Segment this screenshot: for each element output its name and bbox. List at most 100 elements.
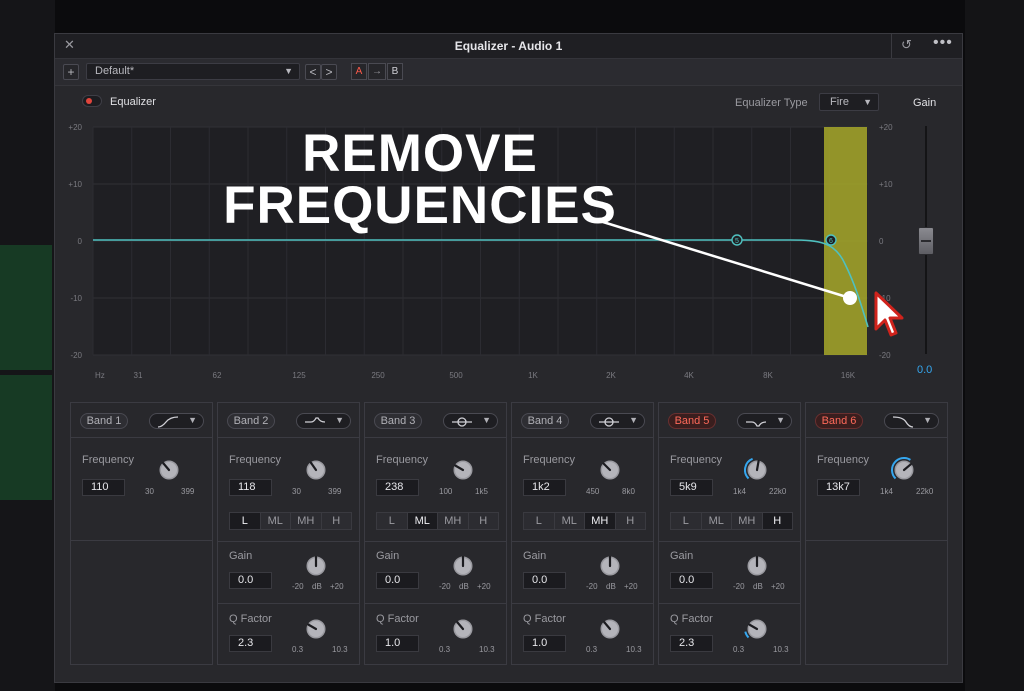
band-toggle-button[interactable]: Band 4	[521, 413, 569, 429]
frequency-value-field[interactable]: 5k9	[670, 479, 713, 496]
band-panel: Band 2 ▼ Frequency 118 30 399 L ML MH H Gain 0.0 -20…	[217, 402, 360, 665]
band-filter-shape-dropdown[interactable]: ▼	[590, 413, 645, 429]
q-factor-value-field[interactable]: 1.0	[523, 635, 566, 652]
band-range-selector[interactable]: L ML MH H	[670, 512, 793, 530]
q-factor-max-label: 10.3	[332, 645, 348, 654]
y-tick-label-right: -20	[879, 351, 891, 360]
frequency-max-label: 22k0	[769, 487, 787, 496]
equalizer-toggle[interactable]	[82, 95, 102, 107]
next-preset-button[interactable]: >	[321, 64, 337, 80]
frequency-value-field[interactable]: 13k7	[817, 479, 860, 496]
timeline-track	[0, 245, 52, 370]
band-toggle-button[interactable]: Band 2	[227, 413, 275, 429]
gain-knob[interactable]	[450, 553, 476, 579]
add-preset-button[interactable]: +	[63, 64, 79, 80]
band-filter-shape-dropdown[interactable]: ▼	[737, 413, 792, 429]
frequency-knob[interactable]	[744, 457, 770, 483]
frequency-max-label: 399	[181, 487, 195, 496]
frequency-value-field[interactable]: 1k2	[523, 479, 566, 496]
band-panel: Band 5 ▼ Frequency 5k9 1k4 22k0 L ML MH H Gain 0.0 -…	[658, 402, 801, 665]
gain-max-label: +20	[330, 582, 344, 591]
band-range-selector[interactable]: L ML MH H	[376, 512, 499, 530]
band-header: Band 1 ▼	[71, 403, 212, 438]
gain-fader-handle[interactable]	[918, 227, 934, 255]
x-tick-label: 62	[213, 371, 222, 380]
range-option-mh[interactable]: MH	[732, 513, 763, 529]
q-factor-knob[interactable]	[303, 616, 329, 642]
frequency-knob[interactable]	[450, 457, 476, 483]
gain-knob[interactable]	[303, 553, 329, 579]
gain-value: 0.0	[917, 364, 933, 376]
gain-section: Gain 0.0 -20 dB +20	[365, 542, 506, 604]
range-option-l[interactable]: L	[377, 513, 408, 529]
overlay-title-line-1: REMOVE	[302, 124, 538, 183]
frequency-section: Frequency 13k7 1k4 22k0	[806, 438, 947, 541]
band-range-selector[interactable]: L ML MH H	[229, 512, 352, 530]
band-toggle-button[interactable]: Band 6	[815, 413, 863, 429]
range-option-ml[interactable]: ML	[555, 513, 585, 529]
band-header: Band 5 ▼	[659, 403, 800, 438]
gain-value-field[interactable]: 0.0	[376, 572, 419, 589]
more-options-icon[interactable]: •••	[933, 34, 953, 52]
range-option-h[interactable]: H	[322, 513, 352, 529]
gain-section: Gain 0.0 -20 dB +20	[659, 542, 800, 604]
frequency-knob[interactable]	[891, 457, 917, 483]
frequency-knob[interactable]	[597, 457, 623, 483]
range-option-h[interactable]: H	[616, 513, 646, 529]
copy-a-to-b-button[interactable]: →	[368, 63, 386, 80]
y-tick-label-right: 0	[879, 237, 884, 246]
q-factor-value-field[interactable]: 2.3	[670, 635, 713, 652]
frequency-knob[interactable]	[303, 457, 329, 483]
y-tick-label: +20	[68, 123, 82, 132]
previous-preset-button[interactable]: <	[305, 64, 321, 80]
band-range-selector[interactable]: L ML MH H	[523, 512, 646, 530]
range-option-mh[interactable]: MH	[438, 513, 469, 529]
range-option-mh[interactable]: MH	[291, 513, 322, 529]
band-filter-shape-dropdown[interactable]: ▼	[296, 413, 351, 429]
band-panel: Band 6 ▼ Frequency 13k7 1k4 22k0	[805, 402, 948, 665]
range-option-mh[interactable]: MH	[585, 513, 616, 529]
a-compare-button[interactable]: A	[351, 63, 367, 80]
x-tick-label: 2K	[606, 371, 616, 380]
q-factor-knob[interactable]	[597, 616, 623, 642]
gain-value-field[interactable]: 0.0	[229, 572, 272, 589]
band-toggle-button[interactable]: Band 1	[80, 413, 128, 429]
overlay-title-line-2: FREQUENCIES	[223, 176, 617, 235]
q-factor-value-field[interactable]: 2.3	[229, 635, 272, 652]
q-factor-value-field[interactable]: 1.0	[376, 635, 419, 652]
preset-dropdown[interactable]: Default* ▼	[86, 63, 300, 80]
frequency-knob[interactable]	[156, 457, 182, 483]
band-toggle-button[interactable]: Band 5	[668, 413, 716, 429]
gain-knob[interactable]	[744, 553, 770, 579]
x-tick-label: 4K	[684, 371, 694, 380]
filter-shape-icon	[158, 416, 179, 428]
gain-label: Gain	[523, 550, 547, 562]
range-option-l[interactable]: L	[671, 513, 702, 529]
range-option-h[interactable]: H	[469, 513, 499, 529]
range-option-h[interactable]: H	[762, 513, 792, 529]
band-filter-shape-dropdown[interactable]: ▼	[149, 413, 204, 429]
frequency-value-field[interactable]: 238	[376, 479, 419, 496]
b-compare-button[interactable]: B	[387, 63, 403, 80]
band-filter-shape-dropdown[interactable]: ▼	[884, 413, 939, 429]
q-factor-knob[interactable]	[450, 616, 476, 642]
q-factor-section: Q Factor 2.3 0.3 10.3	[218, 604, 359, 664]
range-option-ml[interactable]: ML	[261, 513, 291, 529]
range-option-ml[interactable]: ML	[702, 513, 732, 529]
q-factor-knob[interactable]	[744, 616, 770, 642]
reset-icon[interactable]: ↺	[901, 37, 912, 53]
gain-knob[interactable]	[597, 553, 623, 579]
frequency-value-field[interactable]: 118	[229, 479, 272, 496]
gain-value-field[interactable]: 0.0	[670, 572, 713, 589]
window-title: Equalizer - Audio 1	[454, 39, 563, 53]
equalizer-type-dropdown[interactable]: Fire ▼	[819, 93, 879, 111]
band-filter-shape-dropdown[interactable]: ▼	[443, 413, 498, 429]
band-toggle-button[interactable]: Band 3	[374, 413, 422, 429]
frequency-value-field[interactable]: 110	[82, 479, 125, 496]
range-option-l[interactable]: L	[524, 513, 555, 529]
band-node-label: 6	[829, 238, 833, 245]
range-option-ml[interactable]: ML	[407, 513, 438, 529]
y-tick-label-right: +20	[879, 123, 893, 132]
gain-value-field[interactable]: 0.0	[523, 572, 566, 589]
range-option-l[interactable]: L	[230, 513, 261, 529]
